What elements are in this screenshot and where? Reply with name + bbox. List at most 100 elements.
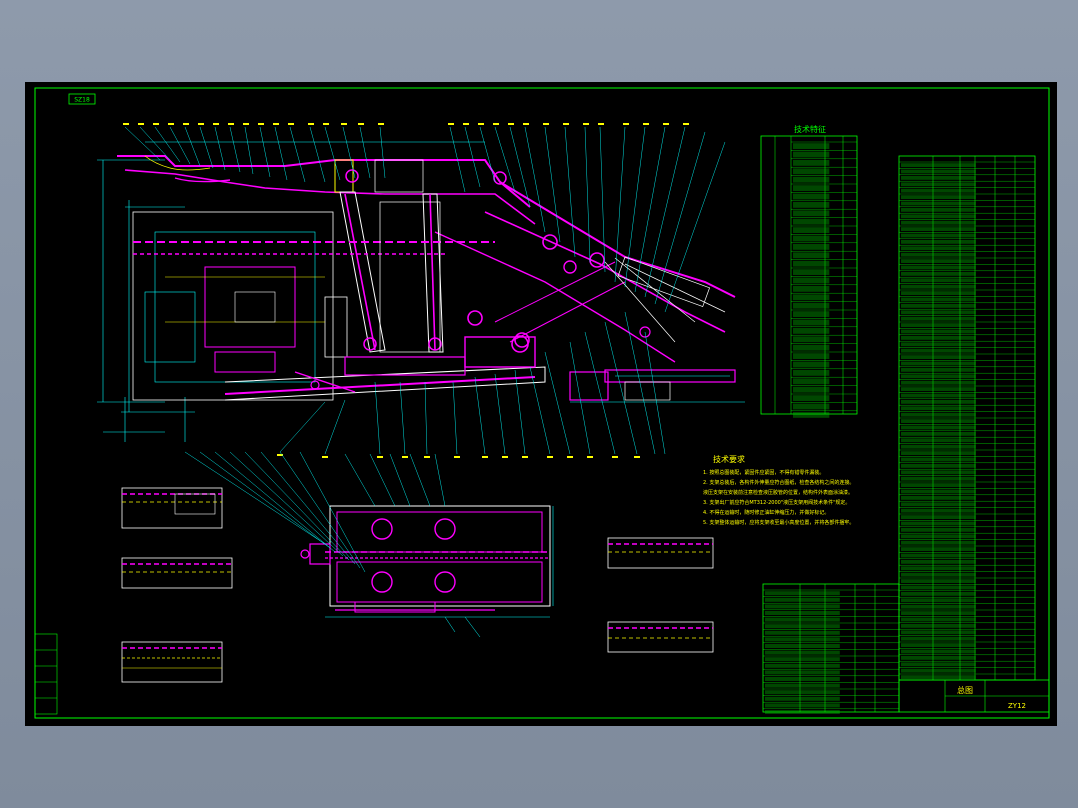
parts-list-row-text — [901, 611, 976, 615]
parts-list-row-text — [901, 566, 976, 571]
tech-spec-row-text — [793, 302, 830, 309]
tech-spec-row-text — [793, 168, 830, 175]
tech-req-line: 5. 支架整体运输时，应将支架收至最小高度位置，并将各部件捆牢。 — [703, 519, 854, 526]
lower-parts-row-text — [765, 644, 840, 648]
parts-list-row-text — [901, 169, 976, 174]
parts-list-row-text — [901, 649, 976, 654]
tech-req-line: 液压支架在安装前注意检查液压胶管的位置，结构件外表面涂油漆。 — [703, 489, 853, 496]
tech-spec-row-text — [793, 286, 830, 292]
parts-list-row-text — [901, 528, 976, 532]
parts-list-row-text — [901, 425, 976, 430]
parts-list-row-text — [901, 598, 976, 603]
tech-req-line: 3. 支架出厂前应符合MT312-2000"液压支架用阀技术条件"规定。 — [703, 499, 850, 506]
tech-spec-row-text — [793, 311, 830, 317]
parts-list-row-text — [901, 419, 976, 423]
parts-list-row-text — [901, 476, 976, 481]
lower-parts-row-text — [765, 597, 840, 602]
parts-list-row-text — [901, 444, 976, 449]
parts-list-row-text — [901, 278, 976, 283]
tech-spec-row-text — [793, 160, 830, 166]
lower-parts-row-text — [765, 690, 840, 695]
parts-list-row-text — [901, 560, 976, 564]
lower-parts-row-text — [765, 591, 840, 596]
parts-list-row-text — [901, 400, 976, 404]
tech-spec-row-text — [793, 344, 830, 351]
lower-parts-row-text — [765, 710, 840, 714]
lower-parts-row-text — [765, 657, 840, 662]
parts-list-row-text — [901, 579, 976, 583]
parts-list-row-text — [901, 201, 976, 206]
parts-list-row-text — [901, 361, 976, 366]
parts-list-row-text — [901, 604, 976, 609]
parts-list-row-text — [901, 489, 976, 494]
parts-list-row-text — [901, 323, 976, 327]
parts-list-row-text — [901, 432, 976, 436]
parts-list-row-text — [901, 624, 976, 628]
tech-spec-row-text — [793, 277, 830, 284]
tech-spec-row-text — [793, 294, 830, 301]
parts-list-row-text — [901, 368, 976, 372]
parts-list-row-text — [901, 188, 976, 193]
tech-spec-row-text — [793, 227, 830, 233]
parts-list-row-text — [901, 163, 976, 167]
parts-list-row-text — [901, 656, 976, 660]
tech-spec-row-text — [793, 193, 830, 200]
parts-list-row-text — [901, 464, 976, 468]
tech-spec-row-text — [793, 210, 830, 217]
tech-req-line: 1. 按照总图装配，紧固件应紧固，不得有错零件漏装。 — [703, 469, 824, 476]
parts-list-row-text — [901, 508, 976, 513]
tech-spec-row-text — [793, 185, 830, 191]
parts-list-row-text — [901, 675, 976, 679]
lower-parts-row-text — [765, 663, 840, 668]
parts-list-row-text — [901, 195, 976, 199]
tech-spec-row-text — [793, 403, 830, 410]
parts-list-row-text — [901, 668, 976, 673]
tech-spec-row-text — [793, 269, 830, 275]
tech-spec-row-text — [793, 336, 830, 343]
tech-spec-row-text — [793, 202, 830, 208]
lower-parts-row-text — [765, 604, 840, 609]
parts-list-row-text — [901, 451, 976, 455]
tech-spec-row-text — [793, 260, 830, 267]
tech-spec-row-text — [793, 412, 830, 418]
parts-list-row-text — [901, 496, 976, 500]
parts-list-row-text — [901, 393, 976, 398]
parts-list-row-text — [901, 502, 976, 507]
lower-parts-row-text — [765, 696, 840, 701]
parts-list-row-text — [901, 304, 976, 308]
parts-list-row-text — [901, 316, 976, 321]
lower-parts-row-text — [765, 677, 840, 681]
corner-tag: SZ18 — [74, 97, 90, 104]
parts-list-row-text — [901, 515, 976, 519]
tech-spec-row-text — [793, 370, 830, 376]
parts-list-row-text — [901, 592, 976, 596]
tech-spec-row-text — [793, 244, 830, 250]
parts-list-row-text — [901, 457, 976, 462]
parts-list-row-text — [901, 412, 976, 417]
tech-spec-title: 技术特征 — [794, 124, 826, 134]
parts-list-row-text — [901, 240, 976, 244]
parts-list-row-text — [901, 214, 976, 219]
parts-list-row-text — [901, 387, 976, 391]
parts-list-row-text — [901, 182, 976, 187]
lower-parts-row-text — [765, 611, 840, 615]
parts-list-row-text — [901, 246, 976, 251]
parts-list-row-text — [901, 208, 976, 212]
tech-spec-row-text — [793, 353, 830, 359]
tech-spec-row-text — [793, 361, 830, 368]
parts-list-row-text — [901, 176, 976, 180]
parts-list-row-text — [901, 297, 976, 302]
parts-list-row-text — [901, 380, 976, 385]
parts-list-row-text — [901, 227, 976, 231]
lower-parts-row-text — [765, 630, 840, 635]
parts-list-row-text — [901, 553, 976, 558]
parts-list-row-text — [901, 662, 976, 667]
parts-list-row-text — [901, 630, 976, 635]
tech-spec-row-text — [793, 319, 830, 326]
parts-list-row-text — [901, 220, 976, 225]
tech-spec-row-text — [793, 386, 830, 393]
cad-viewport: SZ18 技术特征 总图 ZY12 技术要求 1. 按照总图装配，紧固件应紧固，… — [0, 0, 1078, 808]
lower-parts-row-text — [765, 637, 840, 642]
parts-list-row-text — [901, 572, 976, 577]
tech-spec-row-text — [793, 252, 830, 259]
